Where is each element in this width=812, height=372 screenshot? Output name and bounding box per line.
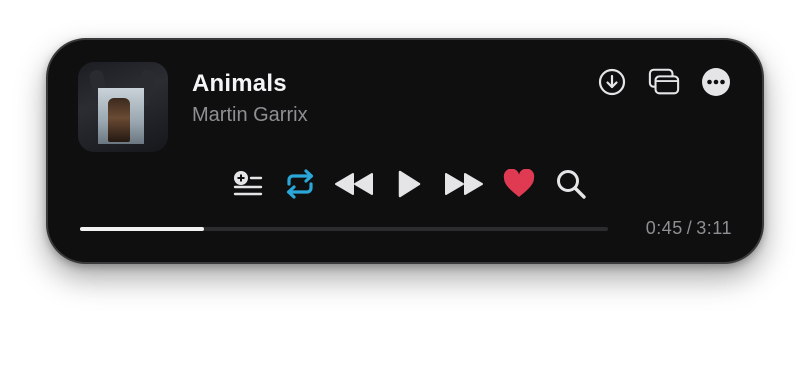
music-player-widget: Animals Martin Garrix 0:45 / 3:11 bbox=[46, 38, 764, 264]
track-title: Animals bbox=[192, 70, 287, 97]
duration-time: 3:11 bbox=[696, 218, 732, 238]
search-button[interactable] bbox=[554, 164, 588, 204]
backward-icon bbox=[335, 173, 373, 195]
album-artwork[interactable] bbox=[78, 62, 168, 152]
download-circle-icon bbox=[598, 68, 626, 96]
more-options-button[interactable] bbox=[700, 66, 732, 98]
forward-icon bbox=[445, 173, 483, 195]
download-button[interactable] bbox=[596, 66, 628, 98]
picture-in-picture-icon bbox=[648, 68, 680, 95]
play-icon bbox=[398, 170, 421, 198]
add-to-queue-icon bbox=[233, 171, 263, 196]
ellipsis-circle-icon bbox=[702, 68, 730, 96]
play-button[interactable] bbox=[394, 164, 424, 204]
previous-button[interactable] bbox=[332, 164, 376, 204]
repeat-icon bbox=[286, 169, 314, 199]
like-button[interactable] bbox=[502, 164, 536, 204]
add-to-queue-button[interactable] bbox=[230, 164, 266, 204]
search-icon bbox=[557, 170, 586, 199]
artwork-shape bbox=[108, 98, 130, 142]
next-button[interactable] bbox=[442, 164, 486, 204]
time-separator: / bbox=[686, 218, 693, 238]
repeat-button[interactable] bbox=[282, 164, 318, 204]
time-display: 0:45/3:11 bbox=[646, 218, 732, 239]
heart-icon bbox=[503, 169, 535, 197]
miniplayer-button[interactable] bbox=[648, 66, 680, 98]
top-actions bbox=[596, 66, 732, 98]
progress-fill bbox=[80, 227, 205, 231]
progress-bar[interactable] bbox=[80, 227, 608, 231]
elapsed-time: 0:45 bbox=[645, 218, 683, 238]
playback-controls bbox=[230, 164, 588, 204]
track-artist[interactable]: Martin Garrix bbox=[192, 104, 308, 127]
